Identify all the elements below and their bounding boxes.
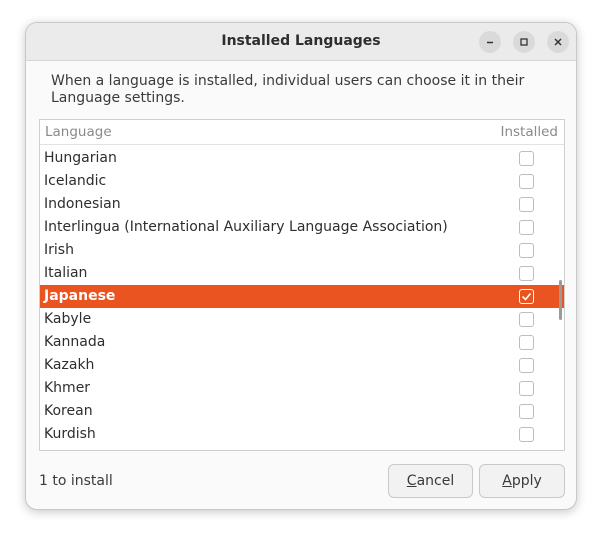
language-row[interactable]: Hungarian	[40, 147, 564, 170]
cancel-label: ancel	[416, 473, 455, 489]
installed-checkbox[interactable]	[519, 266, 534, 281]
list-header: Language Installed	[40, 120, 564, 145]
language-name: Icelandic	[44, 173, 107, 189]
language-row[interactable]: Japanese	[40, 285, 564, 308]
installed-languages-dialog: Installed Languages When a language is i…	[25, 22, 577, 510]
installed-checkbox[interactable]	[519, 151, 534, 166]
language-name: Italian	[44, 265, 88, 281]
installed-checkbox[interactable]	[519, 174, 534, 189]
maximize-button[interactable]	[513, 31, 535, 53]
language-name: Korean	[44, 403, 93, 419]
column-header-installed[interactable]: Installed	[500, 124, 558, 140]
installed-checkbox[interactable]	[519, 358, 534, 373]
scrollbar[interactable]	[559, 280, 562, 320]
titlebar[interactable]: Installed Languages	[26, 23, 576, 61]
description-text: When a language is installed, individual…	[51, 73, 525, 106]
installed-checkbox[interactable]	[519, 243, 534, 258]
language-name: Kazakh	[44, 357, 95, 373]
language-row[interactable]: Kazakh	[40, 354, 564, 377]
language-row[interactable]: Indonesian	[40, 193, 564, 216]
language-row[interactable]: Khmer	[40, 377, 564, 400]
apply-label: pply	[511, 473, 542, 489]
language-row[interactable]: Interlingua (International Auxiliary Lan…	[40, 216, 564, 239]
installed-checkbox[interactable]	[519, 197, 534, 212]
language-name: Hungarian	[44, 150, 117, 166]
language-name: Japanese	[44, 288, 116, 304]
language-row[interactable]: Kurdish	[40, 423, 564, 446]
language-name: Irish	[44, 242, 74, 258]
installed-checkbox[interactable]	[519, 289, 534, 304]
close-button[interactable]	[547, 31, 569, 53]
language-row[interactable]: Kabyle	[40, 308, 564, 331]
language-row[interactable]: Icelandic	[40, 170, 564, 193]
installed-checkbox[interactable]	[519, 335, 534, 350]
cancel-button[interactable]: Cancel	[388, 464, 473, 498]
language-name: Indonesian	[44, 196, 121, 212]
minimize-icon	[487, 41, 493, 44]
installed-checkbox[interactable]	[519, 404, 534, 419]
column-header-language[interactable]: Language	[45, 124, 112, 140]
installed-checkbox[interactable]	[519, 381, 534, 396]
language-row[interactable]: Korean	[40, 400, 564, 423]
apply-mnemonic: A	[502, 473, 512, 489]
status-text: 1 to install	[39, 473, 113, 489]
language-name: Khmer	[44, 380, 91, 396]
language-row-partial[interactable]	[40, 446, 564, 451]
language-name: Kabyle	[44, 311, 92, 327]
installed-checkbox[interactable]	[519, 450, 534, 451]
close-icon	[554, 38, 562, 46]
language-list[interactable]: Language Installed Hungarian Icelandic Ind…	[39, 119, 565, 451]
language-name: Kannada	[44, 334, 106, 350]
language-name: Interlingua (International Auxiliary Lan…	[44, 219, 448, 235]
language-row[interactable]: Irish	[40, 239, 564, 262]
installed-checkbox[interactable]	[519, 312, 534, 327]
language-rows: Hungarian Icelandic Indonesian Interlingua …	[40, 147, 564, 451]
cancel-mnemonic: C	[406, 473, 417, 489]
minimize-button[interactable]	[479, 31, 501, 53]
checkmark-icon	[521, 292, 532, 301]
installed-checkbox[interactable]	[519, 427, 534, 442]
language-row[interactable]: Italian	[40, 262, 564, 285]
language-row[interactable]: Kannada	[40, 331, 564, 354]
apply-button[interactable]: Apply	[479, 464, 565, 498]
language-name: Kurdish	[44, 426, 96, 442]
maximize-icon	[520, 38, 528, 46]
installed-checkbox[interactable]	[519, 220, 534, 235]
